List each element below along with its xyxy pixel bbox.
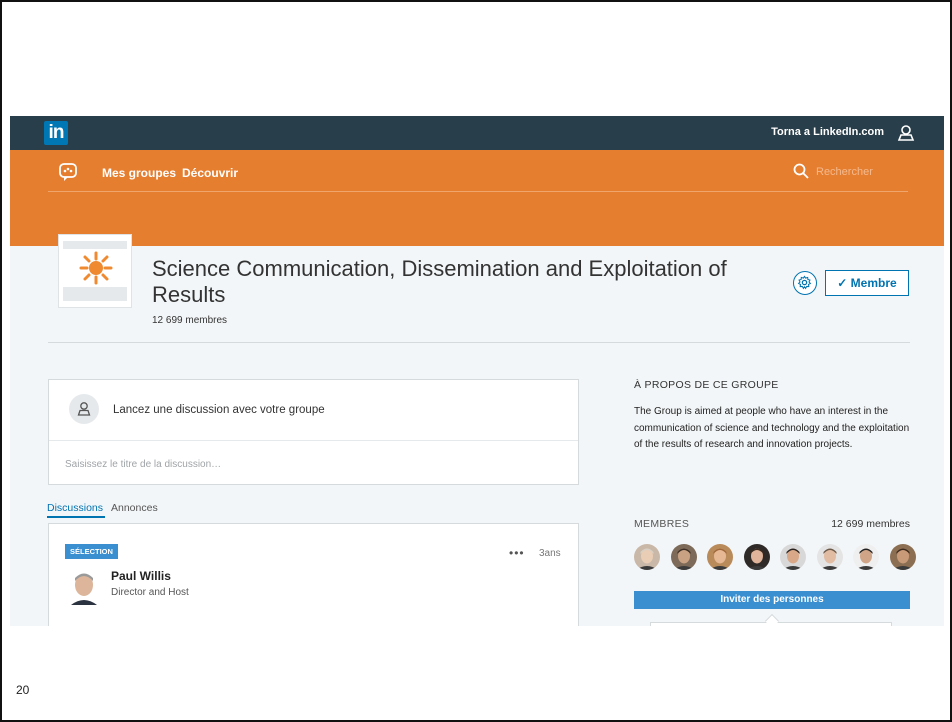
author-role: Director and Host bbox=[111, 587, 189, 598]
member-avatar-7[interactable] bbox=[853, 544, 879, 570]
more-options-icon[interactable]: ••• bbox=[509, 546, 525, 560]
about-description: The Group is aimed at people who have an… bbox=[634, 406, 910, 450]
gear-icon bbox=[797, 275, 812, 290]
about-heading: À PROPOS DE CE GROUPE bbox=[634, 379, 779, 391]
member-photo-icon bbox=[743, 544, 770, 570]
user-icon bbox=[77, 402, 91, 416]
tab-announcements[interactable]: Annonces bbox=[111, 502, 158, 514]
nav-divider bbox=[48, 191, 908, 192]
member-photo-icon bbox=[634, 544, 660, 570]
nav-my-groups[interactable]: Mes groupes bbox=[102, 166, 176, 180]
tab-discussions[interactable]: Discussions bbox=[47, 502, 103, 514]
member-button[interactable]: ✓ Membre bbox=[825, 270, 909, 296]
groups-icon[interactable] bbox=[58, 162, 78, 182]
member-photo-icon bbox=[853, 544, 879, 570]
slide: in Torna a LinkedIn.com Mes groupes Déco… bbox=[0, 0, 952, 722]
member-avatar-8[interactable] bbox=[889, 544, 916, 570]
group-nav-banner: Mes groupes Découvrir bbox=[10, 150, 944, 246]
author-avatar[interactable] bbox=[69, 569, 99, 605]
top-bar: in Torna a LinkedIn.com bbox=[10, 116, 944, 150]
member-avatar-5[interactable] bbox=[780, 544, 806, 570]
search-icon[interactable] bbox=[792, 162, 810, 180]
member-avatar-6[interactable] bbox=[816, 544, 843, 570]
member-photo-icon bbox=[670, 544, 697, 570]
member-photo-icon bbox=[816, 544, 843, 570]
post-timestamp: 3ans bbox=[539, 548, 561, 559]
sun-logo-icon bbox=[79, 251, 113, 285]
user-icon[interactable] bbox=[896, 123, 916, 143]
discussion-title-input[interactable] bbox=[65, 455, 555, 473]
back-to-linkedin-link[interactable]: Torna a LinkedIn.com bbox=[771, 126, 884, 138]
linkedin-screenshot: in Torna a LinkedIn.com Mes groupes Déco… bbox=[10, 116, 944, 626]
group-logo bbox=[58, 234, 132, 308]
discussion-post-card: SÉLECTION ••• 3ans Paul Willis Director … bbox=[48, 523, 579, 626]
member-avatar-4[interactable] bbox=[743, 544, 770, 570]
linkedin-logo[interactable]: in bbox=[44, 121, 68, 145]
member-avatar-1[interactable] bbox=[634, 544, 660, 570]
author-photo-icon bbox=[69, 569, 99, 605]
author-name[interactable]: Paul Willis bbox=[111, 569, 171, 583]
member-photo-icon bbox=[707, 544, 733, 570]
active-tab-indicator bbox=[47, 516, 105, 518]
members-count-link[interactable]: 12 699 membres bbox=[800, 518, 910, 530]
members-heading: MEMBRES bbox=[634, 518, 690, 530]
start-discussion-prompt[interactable]: Lancez une discussion avec votre groupe bbox=[113, 404, 325, 416]
member-photo-icon bbox=[780, 544, 806, 570]
settings-button[interactable] bbox=[793, 271, 817, 295]
member-avatar-3[interactable] bbox=[707, 544, 733, 570]
my-avatar bbox=[69, 394, 99, 424]
member-photo-icon bbox=[889, 544, 916, 570]
invite-people-button[interactable]: Inviter des personnes bbox=[634, 591, 910, 609]
slide-page-number: 20 bbox=[16, 683, 30, 697]
nav-discover[interactable]: Découvrir bbox=[182, 166, 238, 180]
group-member-count: 12 699 membres bbox=[152, 315, 228, 326]
header-divider bbox=[48, 342, 910, 343]
start-discussion-card: Lancez une discussion avec votre groupe bbox=[48, 379, 579, 485]
member-avatars bbox=[634, 544, 916, 570]
search-input[interactable] bbox=[816, 163, 916, 181]
featured-badge: SÉLECTION bbox=[65, 544, 118, 559]
member-avatar-2[interactable] bbox=[670, 544, 697, 570]
group-title: Science Communication, Dissemination and… bbox=[152, 256, 727, 307]
